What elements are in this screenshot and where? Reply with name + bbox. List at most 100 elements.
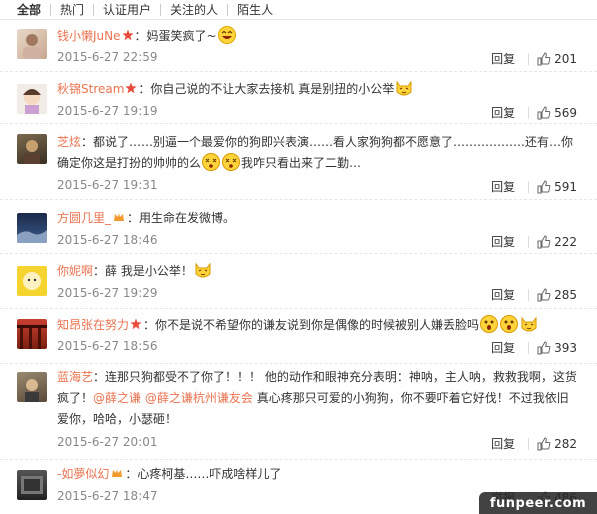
divider (528, 437, 530, 450)
comment-actions: 回复 282 (491, 435, 577, 452)
tab-hot[interactable]: 热门 (51, 3, 95, 16)
like-button[interactable]: 222 (537, 235, 577, 249)
filter-tabs: 全部 热门 认证用户 关注的人 陌生人 (0, 0, 597, 20)
avatar-image (17, 325, 47, 349)
reply-link[interactable]: 回复 (491, 178, 515, 195)
avatar[interactable] (17, 84, 47, 114)
dizzy-face-emoji-icon (222, 153, 241, 171)
thumbs-up-icon (537, 179, 551, 193)
thumbs-up-icon (537, 105, 551, 119)
reply-link[interactable]: 回复 (491, 104, 515, 121)
avatar-image (23, 89, 41, 114)
like-button[interactable]: 201 (537, 52, 577, 66)
watermark: funpeer.com (479, 492, 597, 514)
comment-body: 钱小懒JuNe ：妈蛋笑疯了~ (57, 25, 577, 47)
comment-date: 2015-6-27 19:29 (57, 286, 158, 300)
like-button[interactable]: 591 (537, 180, 577, 194)
comment-body-cont: 疯了！@薛之谦 @薛之谦杭州谦友会 真心疼那只可爱的小狗狗，你不要吓着它好伐！不… (57, 387, 577, 409)
like-button[interactable]: 393 (537, 341, 577, 355)
username[interactable]: 你妮啊 (57, 264, 93, 278)
comment-actions: 回复 285 (491, 286, 577, 303)
username[interactable]: -如夢似幻 (57, 467, 109, 481)
avatar-image (21, 476, 43, 494)
avatar[interactable] (17, 470, 47, 500)
tab-all[interactable]: 全部 (0, 3, 52, 16)
avatar-image (25, 379, 39, 402)
comment-date: 2015-6-27 18:56 (57, 339, 158, 353)
comment-body: 你妮啊：薛 我是小公举！ (57, 260, 577, 282)
thumbs-up-icon (537, 51, 551, 65)
comment-text: 真心疼那只可爱的小狗狗，你不要吓着它好伐！不过我依旧 (252, 391, 569, 405)
reply-link[interactable]: 回复 (491, 286, 515, 303)
like-button[interactable]: 282 (537, 437, 577, 451)
divider (528, 106, 530, 119)
reply-link[interactable]: 回复 (491, 339, 515, 356)
username[interactable]: 秋锦Stream (57, 82, 124, 96)
avatar-image (24, 140, 40, 164)
comment-text: ：心疼柯基……吓成啥样儿了 (125, 467, 282, 481)
comment-body: 芝炫：都说了……别逼一个最爱你的狗即兴表演……看人家狗狗都不愿意了………………还… (57, 131, 577, 153)
reply-link[interactable]: 回复 (491, 233, 515, 250)
username[interactable]: 蓝海艺 (57, 370, 93, 384)
comment-text: ：薛 我是小公举！ (93, 264, 193, 278)
like-count: 282 (554, 436, 577, 451)
comment-actions: 回复 201 (491, 50, 577, 67)
divider (528, 52, 530, 65)
like-count: 591 (554, 179, 577, 194)
avatar[interactable] (17, 29, 47, 59)
comment-date: 2015-6-27 19:19 (57, 104, 158, 118)
comment-text: ：连那只狗都受不了你了！！！ 他的动作和眼神充分表明：神呐，主人呐，救救我啊，这… (93, 370, 577, 384)
comment-date: 2015-6-27 18:46 (57, 233, 158, 247)
comment-item: 方圆几里_ ：用生命在发微博。 2015-6-27 18:46 回复 222 (0, 200, 597, 254)
username[interactable]: 钱小懒JuNe (57, 29, 121, 43)
divider (528, 235, 530, 248)
cat-face-emoji-icon (396, 80, 412, 96)
comment-body: -如夢似幻 ：心疼柯基……吓成啥样儿了 (57, 463, 577, 485)
comment-date: 2015-6-27 18:47 (57, 489, 158, 503)
tab-strangers[interactable]: 陌生人 (228, 4, 282, 16)
avatar[interactable] (17, 266, 47, 296)
like-button[interactable]: 285 (537, 288, 577, 302)
avatar[interactable] (17, 372, 47, 402)
thumbs-up-icon (537, 234, 551, 248)
avatar[interactable] (17, 319, 47, 349)
comment-text: 我咋只看出来了二勤… (241, 156, 362, 170)
comment-text: 疯了！ (57, 391, 94, 405)
star-badge-icon (121, 29, 134, 41)
comment-body: 知昂张在努力 ：你不是说不希望你的谦友说到你是偶像的时候被别人嫌丢脸吗 (57, 314, 577, 336)
divider (528, 288, 530, 301)
comment-body: 秋锦Stream ：你自己说的不让大家去接机 真是别扭的小公举 (57, 78, 577, 100)
comment-item: 钱小懒JuNe ：妈蛋笑疯了~ 2015-6-27 22:59 回复 201 (0, 20, 597, 72)
mention-link[interactable]: @薛之谦杭州谦友会 (145, 391, 253, 405)
username[interactable]: 芝炫 (57, 135, 81, 149)
avatar-image (23, 34, 41, 59)
reply-link[interactable]: 回复 (491, 50, 515, 67)
comment-text: ：妈蛋笑疯了~ (134, 29, 217, 43)
comment-date: 2015-6-27 19:31 (57, 178, 158, 192)
reply-link[interactable]: 回复 (491, 435, 515, 452)
comment-item: 你妮啊：薛 我是小公举！ 2015-6-27 19:29 回复 285 (0, 254, 597, 309)
comment-text: ：用生命在发微博。 (127, 211, 236, 225)
comment-body-cont: 确定你这是打扮的帅帅的么 我咋只看出来了二勤… (57, 152, 577, 174)
tab-following[interactable]: 关注的人 (161, 3, 229, 16)
dizzy-face-emoji-icon (202, 153, 221, 171)
tab-verified[interactable]: 认证用户 (94, 3, 162, 16)
comment-item: 芝炫：都说了……别逼一个最爱你的狗即兴表演……看人家狗狗都不愿意了………………还… (0, 124, 597, 200)
divider (528, 341, 530, 354)
avatar[interactable] (17, 213, 47, 243)
username[interactable]: 知昂张在努力 (57, 318, 129, 332)
avatar[interactable] (17, 134, 47, 164)
comment-actions: 回复 222 (491, 233, 577, 250)
comment-item: 秋锦Stream ：你自己说的不让大家去接机 真是别扭的小公举 2015-6-27… (0, 72, 597, 124)
thumbs-up-icon (537, 436, 551, 450)
thumbs-up-icon (537, 287, 551, 301)
comment-actions: 回复 569 (491, 104, 577, 121)
comment-body: 蓝海艺：连那只狗都受不了你了！！！ 他的动作和眼神充分表明：神呐，主人呐，救救我… (57, 366, 577, 388)
like-button[interactable]: 569 (537, 106, 577, 120)
mention-link[interactable]: @薛之谦 (93, 391, 141, 405)
cat-face-emoji-icon (521, 316, 537, 332)
like-count: 201 (554, 51, 577, 66)
avatar-image (17, 230, 47, 243)
comment-actions: 回复 393 (491, 339, 577, 356)
username[interactable]: 方圆几里_ (57, 211, 111, 225)
